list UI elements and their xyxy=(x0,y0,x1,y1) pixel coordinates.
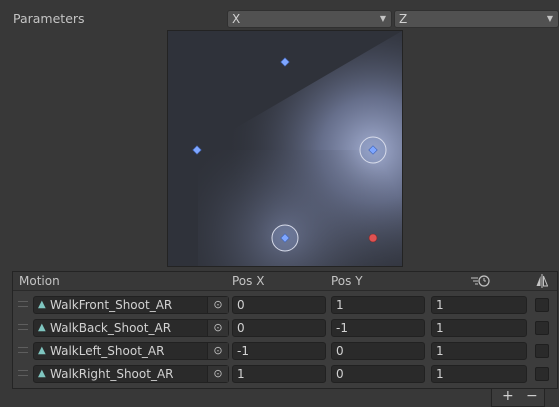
motion-clip-name: WalkLeft_Shoot_AR xyxy=(50,344,165,358)
header-pos-y: Pos Y xyxy=(331,274,363,288)
pos-y-field[interactable]: 1 xyxy=(331,296,425,314)
object-picker-icon[interactable]: ⊙ xyxy=(207,366,228,382)
motion-field[interactable]: ▲ WalkLeft_Shoot_AR ⊙ xyxy=(33,342,229,360)
speed-clock-icon xyxy=(470,275,492,287)
blend-space-canvas[interactable] xyxy=(168,31,402,266)
weight-field-bottom xyxy=(198,150,402,266)
speed-field[interactable]: 1 xyxy=(431,365,527,383)
animation-clip-icon: ▲ xyxy=(38,322,46,333)
speed-field[interactable]: 1 xyxy=(431,342,527,360)
animation-clip-icon: ▲ xyxy=(38,299,46,310)
pos-x-field[interactable]: 1 xyxy=(232,365,326,383)
header-pos-x: Pos X xyxy=(232,274,265,288)
add-button[interactable]: + xyxy=(502,388,514,404)
pos-x-field[interactable]: 0 xyxy=(232,296,326,314)
param-x-dropdown[interactable]: X ▼ xyxy=(227,10,392,28)
mirror-checkbox[interactable] xyxy=(535,298,549,312)
drag-handle-icon[interactable] xyxy=(18,370,28,376)
list-footer: + − xyxy=(491,388,545,407)
param-y-value: Z xyxy=(399,12,408,26)
motion-clip-name: WalkFront_Shoot_AR xyxy=(50,298,173,312)
blend-space-graph[interactable] xyxy=(167,30,403,267)
motion-field[interactable]: ▲ WalkFront_Shoot_AR ⊙ xyxy=(33,296,229,314)
motion-field[interactable]: ▲ WalkRight_Shoot_AR ⊙ xyxy=(33,365,229,383)
animation-clip-icon: ▲ xyxy=(38,345,46,356)
mirror-icon xyxy=(536,274,549,288)
pos-y-field[interactable]: -1 xyxy=(331,319,425,337)
motion-field[interactable]: ▲ WalkBack_Shoot_AR ⊙ xyxy=(33,319,229,337)
param-x-value: X xyxy=(232,12,241,26)
motion-clip-name: WalkRight_Shoot_AR xyxy=(50,367,174,381)
motion-clip-name: WalkBack_Shoot_AR xyxy=(50,321,172,335)
pos-x-field[interactable]: 0 xyxy=(232,319,326,337)
pos-y-field[interactable]: 0 xyxy=(331,342,425,360)
chevron-down-icon: ▼ xyxy=(379,14,386,23)
pos-x-field[interactable]: -1 xyxy=(232,342,326,360)
drag-handle-icon[interactable] xyxy=(18,301,28,307)
mirror-checkbox[interactable] xyxy=(535,344,549,358)
remove-button[interactable]: − xyxy=(526,388,538,404)
pos-y-field[interactable]: 0 xyxy=(331,365,425,383)
header-motion: Motion xyxy=(19,274,60,288)
mirror-checkbox[interactable] xyxy=(535,321,549,335)
speed-field[interactable]: 1 xyxy=(431,296,527,314)
drag-handle-icon[interactable] xyxy=(18,347,28,353)
object-picker-icon[interactable]: ⊙ xyxy=(207,297,228,313)
mirror-checkbox[interactable] xyxy=(535,367,549,381)
object-picker-icon[interactable]: ⊙ xyxy=(207,320,228,336)
preview-position-marker[interactable] xyxy=(368,233,378,243)
parameters-label: Parameters xyxy=(13,11,85,26)
speed-field[interactable]: 1 xyxy=(431,319,527,337)
animation-clip-icon: ▲ xyxy=(38,368,46,379)
object-picker-icon[interactable]: ⊙ xyxy=(207,343,228,359)
drag-handle-icon[interactable] xyxy=(18,324,28,330)
chevron-down-icon: ▼ xyxy=(546,14,553,23)
param-y-dropdown[interactable]: Z ▼ xyxy=(394,10,559,28)
